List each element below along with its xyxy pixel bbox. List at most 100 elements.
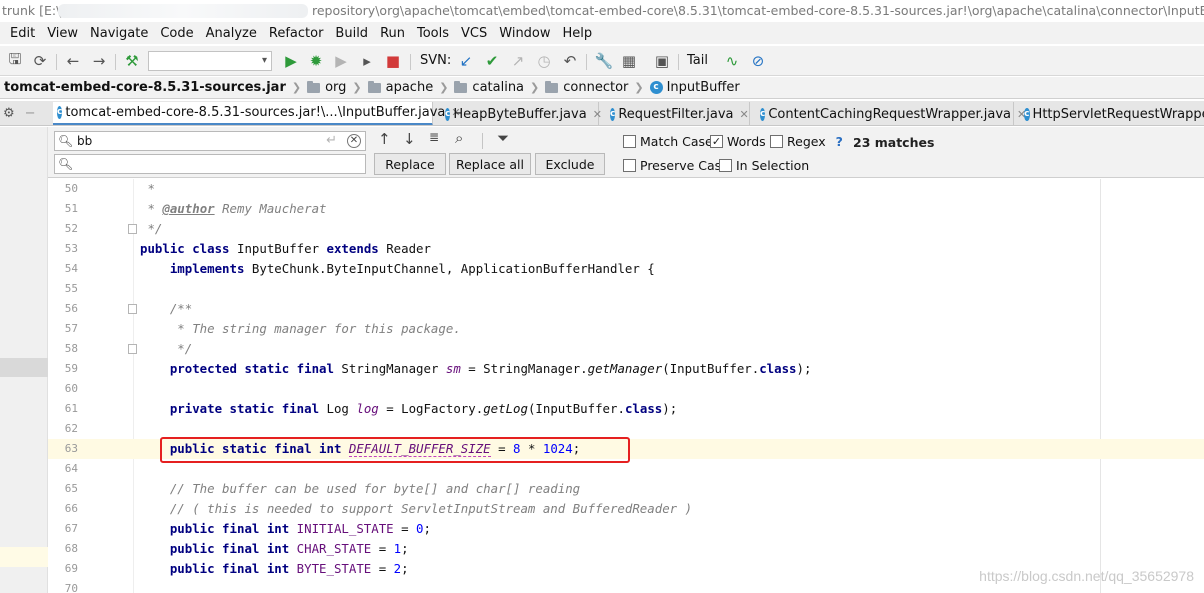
project-structure-icon[interactable]: ▦	[619, 51, 639, 71]
fold-marker-icon[interactable]	[128, 224, 137, 234]
svn-commit-icon[interactable]: ✔	[482, 51, 502, 71]
class-icon: c	[57, 106, 63, 119]
replace-input[interactable]	[77, 156, 337, 172]
back-icon[interactable]: ←	[63, 51, 83, 71]
menu-view[interactable]: View	[41, 26, 84, 41]
identifier: ;	[401, 561, 409, 576]
tab-inputbuffer[interactable]: c tomcat-embed-core-8.5.31-sources.jar!\…	[53, 102, 461, 125]
identifier: InputBuffer	[229, 241, 327, 256]
menu-window[interactable]: Window	[493, 26, 556, 41]
menu-build[interactable]: Build	[329, 26, 374, 41]
watermark: https://blog.csdn.net/qq_35652978	[979, 568, 1194, 584]
run-config-dropdown[interactable]: ▾	[148, 51, 272, 71]
tab-requestfilter[interactable]: c RequestFilter.java ✕	[606, 102, 750, 125]
field: BYTE_STATE	[289, 561, 372, 576]
settings-wrench-icon[interactable]: 🔧	[594, 51, 614, 71]
newline-icon[interactable]: ↵	[326, 133, 337, 148]
arrow-up-icon[interactable]: ↑	[378, 130, 391, 148]
svn-compare-icon[interactable]: ↗	[508, 51, 528, 71]
toolbar-separator	[586, 54, 587, 70]
activity-monitor-icon[interactable]: ∿	[722, 51, 742, 71]
clear-icon[interactable]: ✕	[347, 134, 361, 148]
tab-heapbytebuffer[interactable]: c HeapByteBuffer.java ✕	[441, 102, 602, 125]
checkbox-label: In Selection	[736, 158, 810, 173]
exclude-button[interactable]: Exclude	[535, 153, 605, 175]
static-field: sm	[445, 361, 461, 376]
forward-icon[interactable]: →	[89, 51, 109, 71]
window-title-left: trunk [E:\j	[2, 3, 64, 18]
breadcrumb-inputbuffer[interactable]: c InputBuffer	[649, 80, 740, 95]
gear-icon[interactable]: ⚙ −	[0, 101, 48, 125]
replace-button[interactable]: Replace	[374, 153, 446, 175]
no-entry-icon[interactable]: ⊘	[748, 51, 768, 71]
run-icon[interactable]: ▶	[281, 51, 301, 71]
checkbox-box[interactable]	[719, 159, 732, 172]
code-line: 67 public final int INITIAL_STATE = 0;	[48, 519, 1204, 539]
fold-marker-icon[interactable]	[128, 304, 137, 314]
menu-vcs[interactable]: VCS	[455, 26, 493, 41]
chevron-right-icon: ❯	[291, 81, 302, 94]
breadcrumb-connector[interactable]: connector	[545, 80, 628, 95]
regex-help-link[interactable]: ?	[836, 134, 843, 149]
preserve-case-checkbox[interactable]: Preserve Case	[623, 158, 729, 173]
checkbox-box[interactable]	[623, 135, 636, 148]
selected-row-marker	[0, 358, 48, 377]
folder-icon	[454, 80, 468, 93]
method-call: getLog	[483, 401, 528, 416]
checkmark-icon[interactable]: ✓	[710, 135, 723, 148]
breadcrumb-label: catalina	[472, 80, 525, 95]
menu-refactor[interactable]: Refactor	[263, 26, 330, 41]
code-line: 53 public class InputBuffer extends Read…	[48, 239, 1204, 259]
sync-icon[interactable]: ⟳	[30, 51, 50, 71]
words-checkbox[interactable]: ✓ Words	[710, 134, 766, 149]
tab-httpservletrequestwrapper[interactable]: c HttpServletRequestWrapper	[1020, 102, 1204, 125]
replace-field[interactable]: 🔍︎	[54, 154, 366, 174]
menu-edit[interactable]: Edit	[4, 26, 41, 41]
tail-button[interactable]: Tail	[687, 53, 708, 68]
checkbox-box[interactable]	[623, 159, 636, 172]
find-in-path-icon[interactable]: ⌕	[455, 129, 463, 147]
line-number: 67	[64, 522, 78, 535]
menu-run[interactable]: Run	[374, 26, 411, 41]
minus-icon[interactable]: −	[25, 106, 36, 121]
svn-update-icon[interactable]: ↙	[456, 51, 476, 71]
filter-icon[interactable]: ⏷	[497, 129, 509, 147]
code-text: /**	[140, 299, 192, 319]
search-input[interactable]	[77, 133, 337, 149]
menu-navigate[interactable]: Navigate	[84, 26, 154, 41]
menu-code[interactable]: Code	[154, 26, 199, 41]
replace-all-button[interactable]: Replace all	[449, 153, 531, 175]
code-text: implements ByteChunk.ByteInputChannel, A…	[140, 259, 655, 279]
checkbox-label: Regex	[787, 134, 826, 149]
save-icon[interactable]: 🖫	[5, 50, 25, 71]
svn-history-icon[interactable]: ◷	[534, 51, 554, 71]
menu-tools[interactable]: Tools	[411, 26, 455, 41]
breadcrumb-apache[interactable]: apache	[367, 80, 433, 95]
terminal-icon[interactable]: ▣	[652, 51, 672, 71]
run-coverage-icon[interactable]: ▶	[331, 51, 351, 71]
menu-analyze[interactable]: Analyze	[200, 26, 263, 41]
close-icon[interactable]: ✕	[740, 108, 749, 121]
breadcrumb-org[interactable]: org	[307, 80, 346, 95]
search-icon[interactable]: 🔍︎	[58, 134, 73, 148]
svn-revert-icon[interactable]: ↶	[560, 51, 580, 71]
in-selection-checkbox[interactable]: In Selection	[719, 158, 809, 173]
arrow-down-icon[interactable]: ↓	[403, 130, 416, 148]
fold-marker-icon[interactable]	[128, 344, 137, 354]
breadcrumb-jar[interactable]: tomcat-embed-core-8.5.31-sources.jar	[0, 80, 286, 95]
debug-icon[interactable]: ✹	[306, 51, 326, 71]
search-icon[interactable]: 🔍︎	[58, 157, 73, 171]
stop-icon[interactable]: ■	[383, 51, 403, 71]
menu-help[interactable]: Help	[557, 26, 599, 41]
checkbox-box[interactable]	[770, 135, 783, 148]
regex-checkbox[interactable]: Regex ?	[770, 134, 843, 149]
build-hammer-icon[interactable]: ⚒	[122, 51, 142, 71]
search-field[interactable]: 🔍︎ ↵ ✕	[54, 131, 366, 151]
profile-icon[interactable]: ▸	[357, 51, 377, 71]
tab-contentcaching[interactable]: c ContentCachingRequestWrapper.java ✕	[756, 102, 1026, 125]
match-case-checkbox[interactable]: Match Case	[623, 134, 713, 149]
select-all-occurrences-icon[interactable]: ≣	[429, 130, 439, 144]
code-editor[interactable]: 50 * 51 * @author Remy Maucherat 52 */ 5…	[48, 179, 1204, 593]
close-icon[interactable]: ✕	[593, 108, 602, 121]
breadcrumb-catalina[interactable]: catalina	[454, 80, 524, 95]
